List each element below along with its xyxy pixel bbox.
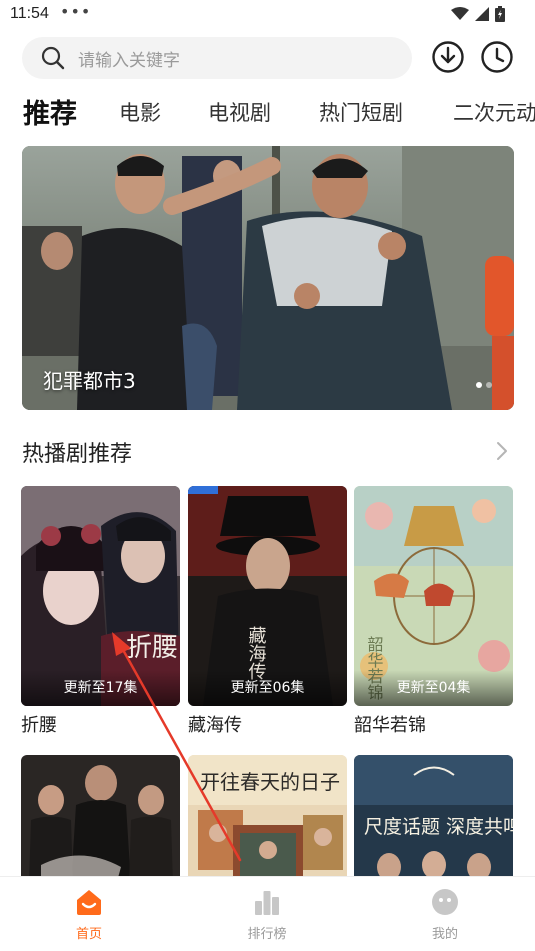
drama-card[interactable]: 尺度话题 深度共鸣 [354, 755, 513, 885]
drama-card[interactable] [21, 755, 180, 885]
poster-art [21, 755, 180, 885]
bottom-navigation: 首页 排行榜 我的 [0, 876, 535, 951]
episode-update-label: 更新至04集 [354, 670, 513, 706]
search-input[interactable]: 请输入关键字 [22, 37, 412, 79]
hero-banner[interactable]: 犯罪都市3 [22, 146, 514, 410]
drama-card[interactable]: 折腰 更新至17集 折腰 [21, 486, 180, 737]
status-time: 11:54 [10, 5, 49, 22]
status-notification-dots: ••• [60, 2, 92, 21]
status-bar: 11:54 ••• [0, 0, 535, 30]
banner-title: 犯罪都市3 [43, 369, 136, 393]
drama-poster [21, 755, 180, 885]
status-icons [451, 6, 505, 22]
tab-tv-series[interactable]: 电视剧 [208, 97, 271, 127]
tab-movie[interactable]: 电影 [119, 97, 161, 127]
banner-dot[interactable] [486, 382, 492, 388]
category-tabs: 推荐 电影 电视剧 热门短剧 二次元动 [0, 90, 535, 134]
poster-art: 尺度话题 深度共鸣 [354, 755, 513, 885]
battery-icon [495, 6, 505, 22]
drama-poster: 开往春天的日子 [188, 755, 347, 885]
episode-update-label: 更新至17集 [21, 670, 180, 706]
nav-home[interactable]: 首页 [49, 887, 129, 942]
drama-title: 折腰 [21, 715, 57, 736]
nav-profile[interactable]: 我的 [405, 887, 485, 942]
drama-card[interactable]: 韶华若锦 更新至04集 韶华若锦 [354, 486, 513, 737]
episode-update-label: 更新至06集 [188, 670, 347, 706]
nav-label: 首页 [75, 927, 102, 942]
signal-icon [475, 7, 489, 21]
drama-poster: 尺度话题 深度共鸣 [354, 755, 513, 885]
banner-pagination [476, 382, 492, 388]
poster-art: 开往春天的日子 [188, 755, 347, 885]
search-icon [41, 46, 65, 70]
history-icon[interactable] [480, 40, 514, 74]
banner-dot[interactable] [476, 382, 482, 388]
nav-label: 我的 [431, 927, 458, 942]
tab-short-drama[interactable]: 热门短剧 [319, 97, 403, 127]
ranking-icon [255, 891, 279, 915]
profile-icon [432, 889, 458, 915]
drama-poster: 藏海传 更新至06集 [188, 486, 347, 706]
home-icon [77, 890, 101, 915]
drama-title: 韶华若锦 [354, 715, 426, 736]
drama-card[interactable]: 开往春天的日子 [188, 755, 347, 885]
chevron-right-icon[interactable] [494, 440, 510, 462]
nav-label: 排行榜 [247, 927, 287, 942]
download-icon[interactable] [431, 40, 465, 74]
poster-slogan: 尺度话题 深度共鸣 [364, 816, 513, 838]
poster-calligraphy: 开往春天的日子 [200, 770, 340, 794]
wifi-icon [451, 7, 469, 20]
drama-title: 藏海传 [188, 715, 242, 736]
search-placeholder: 请输入关键字 [78, 50, 180, 71]
tab-recommend[interactable]: 推荐 [23, 92, 77, 131]
drama-poster: 韶华若锦 更新至04集 [354, 486, 513, 706]
poster-calligraphy: 折腰 [126, 633, 178, 663]
section-title: 热播剧推荐 [22, 442, 133, 467]
nav-ranking[interactable]: 排行榜 [227, 887, 307, 942]
tab-anime[interactable]: 二次元动 [453, 97, 535, 127]
drama-card[interactable]: 藏海传 更新至06集 藏海传 [188, 486, 347, 737]
drama-poster: 折腰 更新至17集 [21, 486, 180, 706]
